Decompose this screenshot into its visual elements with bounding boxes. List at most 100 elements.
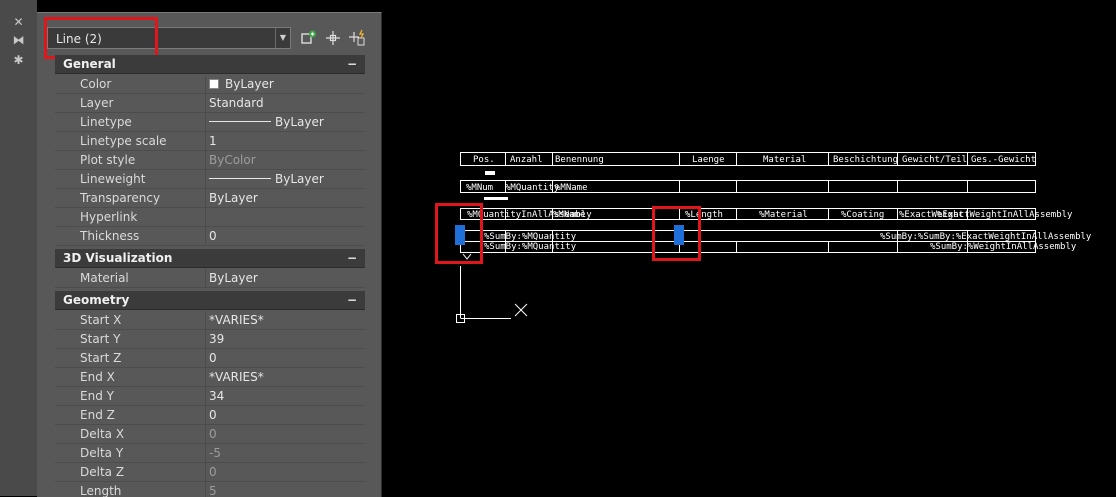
table-header-gewicht-teil: Gewicht/Teil: [902, 155, 968, 165]
section-geometry[interactable]: Geometry −: [55, 291, 365, 310]
property-row-length: Length 5: [55, 482, 365, 497]
table-cell: %MName: [553, 210, 586, 220]
property-name: End X: [80, 370, 115, 384]
table-header-material: Material: [763, 155, 807, 165]
property-row-end-z[interactable]: End Z 0: [55, 406, 365, 425]
table-cell: %SumBy:%SumBy:%ExactWeightInAllAssembly: [880, 232, 1092, 242]
lineweight-preview-icon: [209, 178, 271, 179]
property-name: Linetype scale: [80, 134, 167, 148]
property-name: Start X: [80, 313, 122, 327]
property-row-linetype-scale[interactable]: Linetype scale 1: [55, 132, 365, 151]
property-value: 0: [209, 427, 217, 441]
property-row-layer[interactable]: Layer Standard: [55, 94, 365, 113]
property-row-delta-y: Delta Y -5: [55, 444, 365, 463]
collapse-icon[interactable]: −: [347, 55, 357, 74]
section-general-title: General: [63, 57, 116, 71]
table-header-anzahl: Anzahl: [510, 155, 543, 165]
table-header-pos: Pos.: [473, 155, 495, 165]
property-value[interactable]: *VARIES*: [209, 311, 264, 329]
collapse-icon[interactable]: −: [347, 291, 357, 310]
property-row-end-x[interactable]: End X *VARIES*: [55, 368, 365, 387]
property-value[interactable]: 34: [209, 387, 224, 405]
table-cell: %MQuantity: [505, 183, 560, 193]
property-name: End Y: [80, 389, 114, 403]
property-value[interactable]: 0: [209, 349, 217, 367]
table-cell: %SumBy:%WeightInAllAssembly: [930, 242, 1077, 252]
palette-titlebar: ✕ ⧓ ✱: [0, 0, 37, 496]
property-name: End Z: [80, 408, 115, 422]
quick-select-icon[interactable]: [299, 29, 319, 49]
property-name: Hyperlink: [80, 210, 138, 224]
table-cell: %ExactWeightInAllAssembly: [937, 210, 1073, 220]
highlight-grip-left: [435, 203, 483, 264]
table-cell: %MName: [555, 183, 588, 193]
table-cell: %MNum: [466, 183, 494, 193]
section-general[interactable]: General −: [55, 55, 365, 74]
auto-hide-icon[interactable]: ⧓: [0, 32, 37, 48]
toggle-pickadd-icon[interactable]: [347, 29, 367, 49]
highlight-selector: [44, 17, 158, 59]
table-cell: %SumBy:%MQuantity: [484, 242, 577, 252]
property-row-lineweight[interactable]: Lineweight ByLayer: [55, 170, 365, 189]
properties-settings-icon[interactable]: ✱: [0, 52, 37, 68]
property-value[interactable]: ByLayer: [209, 269, 258, 287]
property-row-material[interactable]: Material ByLayer: [55, 269, 365, 288]
select-objects-icon[interactable]: [323, 29, 343, 49]
property-value[interactable]: 1: [209, 132, 217, 150]
property-value: 5: [209, 484, 217, 497]
table-header-ges-gewicht: Ges.-Gewicht: [971, 155, 1037, 165]
property-value[interactable]: 0: [209, 406, 217, 424]
table-cell: %SumBy:%MQuantity: [484, 232, 577, 242]
property-name: Color: [80, 77, 112, 91]
property-value[interactable]: 0: [209, 227, 217, 245]
property-row-hyperlink[interactable]: Hyperlink: [55, 208, 365, 227]
section-3d-visualization-title: 3D Visualization: [63, 251, 173, 265]
collapse-icon[interactable]: −: [347, 249, 357, 268]
drawing-canvas[interactable]: Pos. Anzahl Benennung Laenge Material Be…: [381, 0, 1116, 496]
section-3d-visualization[interactable]: 3D Visualization −: [55, 249, 365, 268]
property-value[interactable]: ByLayer: [209, 113, 324, 131]
highlight-grip-right: [652, 206, 701, 261]
property-value[interactable]: ByLayer: [209, 170, 324, 188]
property-row-end-y[interactable]: End Y 34: [55, 387, 365, 406]
property-row-plot-style[interactable]: Plot style ByColor: [55, 151, 365, 170]
properties-palette: Line (2) ▼ General − Color ByLayer Layer S…: [37, 12, 382, 497]
property-row-transparency[interactable]: Transparency ByLayer: [55, 189, 365, 208]
property-row-delta-x: Delta X 0: [55, 425, 365, 444]
table-cell: %Material: [759, 210, 808, 220]
table-header-benennung: Benennung: [555, 155, 604, 165]
property-value[interactable]: ByLayer: [209, 189, 258, 207]
chevron-down-icon[interactable]: ▼: [275, 28, 290, 48]
property-name: Delta Y: [80, 446, 124, 460]
property-name: Delta Z: [80, 465, 125, 479]
linetype-preview-icon: [209, 121, 271, 122]
table-header-beschichtung: Beschichtung: [833, 155, 899, 165]
property-row-start-y[interactable]: Start Y 39: [55, 330, 365, 349]
property-name: Plot style: [80, 153, 136, 167]
property-row-start-z[interactable]: Start Z 0: [55, 349, 365, 368]
property-name: Length: [80, 484, 122, 497]
property-value: 0: [209, 465, 217, 479]
property-row-thickness[interactable]: Thickness 0: [55, 227, 365, 246]
table-cell: %Coating: [841, 210, 885, 220]
property-name: Start Z: [80, 351, 122, 365]
property-row-delta-z: Delta Z 0: [55, 463, 365, 482]
property-name: Start Y: [80, 332, 121, 346]
property-name: Linetype: [80, 115, 132, 129]
property-value[interactable]: ByLayer: [209, 75, 274, 93]
close-icon[interactable]: ✕: [0, 14, 37, 30]
property-value: ByColor: [209, 153, 256, 167]
section-geometry-title: Geometry: [63, 293, 130, 307]
property-row-linetype[interactable]: Linetype ByLayer: [55, 113, 365, 132]
property-value[interactable]: Standard: [209, 94, 264, 112]
property-value: -5: [209, 446, 221, 460]
property-value[interactable]: 39: [209, 330, 224, 348]
property-value[interactable]: *VARIES*: [209, 368, 264, 386]
property-name: Layer: [80, 96, 114, 110]
property-name: Material: [80, 271, 129, 285]
color-swatch-icon: [209, 79, 219, 89]
property-row-color[interactable]: Color ByLayer: [55, 75, 365, 94]
property-row-start-x[interactable]: Start X *VARIES*: [55, 311, 365, 330]
property-name: Delta X: [80, 427, 125, 441]
table-header-laenge: Laenge: [692, 155, 725, 165]
